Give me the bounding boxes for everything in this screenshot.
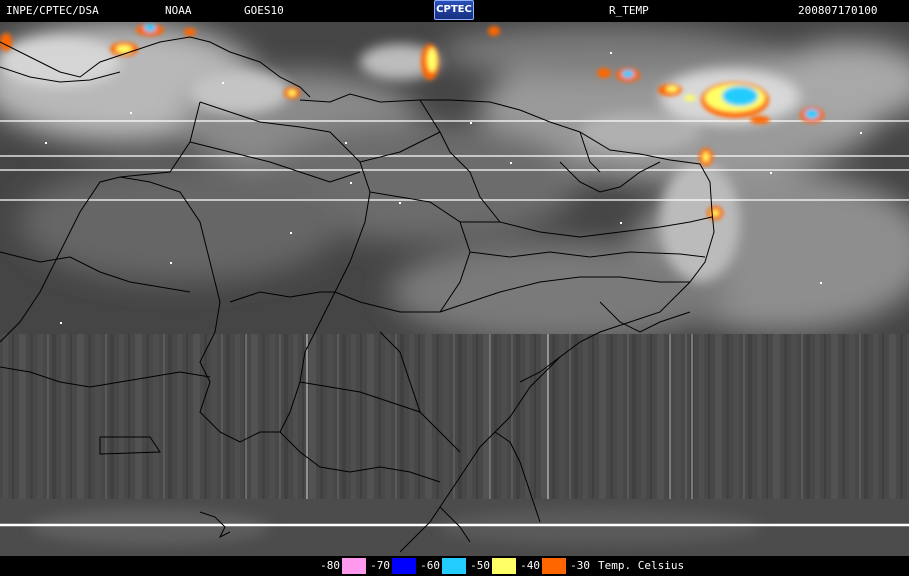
legend-title: Temp. Celsius xyxy=(598,559,685,572)
institution-label: INPE/CPTEC/DSA xyxy=(6,4,99,17)
product-label: R_TEMP xyxy=(609,4,649,17)
header-bar: INPE/CPTEC/DSA NOAA GOES10 CPTEC R_TEMP … xyxy=(0,0,909,22)
legend-swatch-60 xyxy=(442,558,466,574)
satellite-map-svg xyxy=(0,22,909,556)
agency-label: NOAA xyxy=(165,4,192,17)
legend-swatch-80 xyxy=(342,558,366,574)
legend-swatch-40 xyxy=(542,558,566,574)
satellite-label: GOES10 xyxy=(244,4,284,17)
legend-label-30: -30 xyxy=(570,559,590,572)
temperature-legend: -80 -70 -60 -50 -40 -30 Temp. Celsius xyxy=(0,556,909,576)
legend-label-50: -50 xyxy=(470,559,490,572)
cptec-logo: CPTEC xyxy=(434,0,474,20)
timestamp-label: 200807170100 xyxy=(798,4,878,17)
legend-label-40: -40 xyxy=(520,559,540,572)
legend-label-70: -70 xyxy=(370,559,390,572)
legend-label-80: -80 xyxy=(320,559,340,572)
legend-swatch-50 xyxy=(492,558,516,574)
legend-swatch-70 xyxy=(392,558,416,574)
legend-label-60: -60 xyxy=(420,559,440,572)
satellite-image xyxy=(0,22,909,556)
